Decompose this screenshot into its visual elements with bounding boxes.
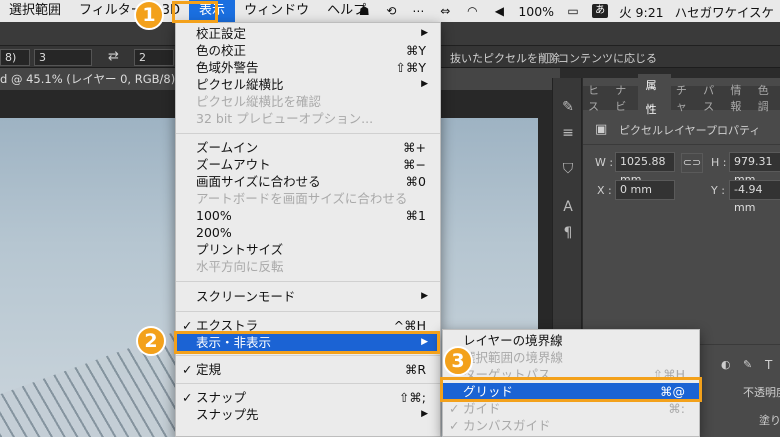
show-submenu: レイヤーの境界線 選択範囲の境界線 ターゲットパス ⇧⌘H グリッド ⌘@ ✓ ガイド… bbox=[442, 329, 700, 437]
ratio-field[interactable]: 8) bbox=[0, 49, 30, 66]
step-badge-1: 1 bbox=[134, 0, 164, 30]
battery-percent[interactable]: 100% bbox=[518, 4, 554, 19]
menu-select[interactable]: 選択範囲 bbox=[0, 0, 70, 22]
user-name[interactable]: ハセガワケイスケ bbox=[675, 2, 774, 21]
submenu-arrow-icon: ▶ bbox=[421, 79, 428, 89]
brush-tool-icon[interactable]: ✎ bbox=[743, 358, 752, 371]
swap-icon[interactable]: ⇄ bbox=[108, 49, 119, 64]
content-aware-label: コンテンツに応じる bbox=[558, 52, 657, 65]
menu-item-flip-horizontal: 水平方向に反転 bbox=[196, 259, 284, 274]
tab-adjustments[interactable]: 色調 bbox=[753, 82, 780, 114]
width-input[interactable]: 1025.88 mm bbox=[615, 152, 675, 186]
submenu-item-grid[interactable]: グリッド ⌘@ bbox=[443, 383, 699, 400]
circle-icon[interactable]: ◐ bbox=[721, 358, 731, 371]
panel-tabs: ヒス ナビ 属性 チャ パス 情報 色調 bbox=[583, 74, 780, 122]
height-input[interactable]: 979.31 mm bbox=[729, 152, 780, 186]
checkmark-icon: ✓ bbox=[449, 418, 460, 433]
menu-extra-icon[interactable]: ⋯ bbox=[410, 4, 426, 18]
submenu-item-layer-edges[interactable]: レイヤーの境界線 bbox=[443, 332, 699, 349]
submenu-arrow-icon: ▶ bbox=[421, 28, 428, 38]
submenu-arrow-icon: ▶ bbox=[421, 291, 428, 301]
status-area: ☗ ⟲ ⋯ ⇔ ◠ ◀ 100% ▭ あ 火 9:21 ハセガワケイスケ bbox=[356, 0, 774, 22]
menu-item-zoom-in[interactable]: ズームイン ⌘+ bbox=[176, 139, 440, 156]
tab-properties[interactable]: 属性 bbox=[637, 74, 671, 122]
y-label: Y : bbox=[711, 184, 725, 197]
menu-item-proof-colors[interactable]: 色の校正 ⌘Y bbox=[176, 42, 440, 59]
tab-channels[interactable]: チャ bbox=[671, 82, 698, 114]
menu-window[interactable]: ウィンドウ bbox=[235, 0, 318, 22]
menu-item-screen-mode[interactable]: スクリーンモード ▶ bbox=[176, 288, 440, 305]
battery-icon[interactable]: ▭ bbox=[565, 4, 581, 18]
paragraph-icon[interactable]: ¶ bbox=[559, 224, 577, 242]
menu-item-print-size[interactable]: プリントサイズ bbox=[176, 241, 440, 258]
app-status-icon[interactable]: ☗ bbox=[356, 4, 372, 18]
checkmark-icon: ✓ bbox=[182, 318, 193, 333]
submenu-item-guides: ✓ ガイド ⌘: bbox=[449, 401, 685, 416]
x-label: X : bbox=[597, 184, 612, 197]
character-icon[interactable]: A bbox=[559, 198, 577, 216]
brush-icon[interactable]: ✎ bbox=[559, 98, 577, 116]
submenu-item-target-path: ターゲットパス ⇧⌘H bbox=[463, 367, 685, 382]
content-aware-checkbox[interactable] bbox=[544, 53, 554, 63]
menu-item-gamut-warning[interactable]: 色域外警告 ⇧⌘Y bbox=[176, 59, 440, 76]
divider bbox=[583, 144, 780, 145]
checkmark-icon: ✓ bbox=[449, 401, 460, 416]
pixel-layer-icon: ▣ bbox=[595, 122, 608, 137]
content-aware-option[interactable]: コンテンツに応じる bbox=[544, 50, 657, 66]
time-machine-icon[interactable]: ⟲ bbox=[383, 4, 399, 18]
y-input[interactable]: -4.94 mm bbox=[729, 180, 780, 214]
checkmark-icon: ✓ bbox=[182, 390, 193, 405]
step-badge-2: 2 bbox=[136, 326, 166, 356]
width-ratio-input[interactable]: 3 bbox=[34, 49, 92, 66]
input-method-icon[interactable]: あ bbox=[592, 4, 609, 18]
opacity-label: 不透明度 bbox=[743, 386, 780, 399]
menu-separator bbox=[176, 311, 440, 312]
submenu-item-canvas-guides: ✓ カンバスガイド bbox=[449, 418, 551, 433]
x-input[interactable]: 0 mm bbox=[615, 180, 675, 200]
menu-item-snap[interactable]: ✓ スナップ ⇧⌘; bbox=[176, 389, 440, 406]
menu-item-fit-artboard: アートボードを画面サイズに合わせる bbox=[196, 191, 408, 206]
menu-item-extras[interactable]: ✓ エクストラ ^⌘H bbox=[176, 317, 440, 334]
clock[interactable]: 火 9:21 bbox=[619, 2, 664, 21]
tab-info[interactable]: 情報 bbox=[725, 82, 752, 114]
menu-item-proof-setup[interactable]: 校正設定 ▶ bbox=[176, 25, 440, 42]
h-label: H : bbox=[711, 156, 727, 169]
clone-source-icon[interactable]: ⛉ bbox=[559, 160, 577, 178]
tab-navigator[interactable]: ナビ bbox=[610, 82, 637, 114]
type-icon[interactable]: T bbox=[765, 358, 772, 372]
menu-item-show[interactable]: 表示・非表示 ▶ bbox=[176, 334, 440, 351]
menu-bar: 選択範囲 フィルター 3D 表示 ウィンドウ ヘルプ ☗ ⟲ ⋯ ⇔ ◠ ◀ 1… bbox=[0, 0, 780, 22]
tab-paths[interactable]: パス bbox=[698, 82, 725, 114]
height-ratio-input[interactable]: 2 bbox=[134, 49, 174, 66]
submenu-arrow-icon: ▶ bbox=[421, 337, 428, 347]
submenu-item-selection-edges: 選択範囲の境界線 bbox=[463, 350, 564, 365]
menu-separator bbox=[176, 133, 440, 134]
menu-item-snap-to[interactable]: スナップ先 ▶ bbox=[176, 406, 440, 423]
w-label: W : bbox=[595, 156, 614, 169]
step-badge-3: 3 bbox=[443, 346, 473, 376]
checkmark-icon: ✓ bbox=[182, 362, 193, 377]
menu-separator bbox=[176, 355, 440, 356]
menu-item-200-percent[interactable]: 200% bbox=[176, 224, 440, 241]
menu-separator bbox=[176, 281, 440, 282]
link-icon[interactable]: ⊂⊃ bbox=[681, 153, 703, 173]
view-menu: 校正設定 ▶ 色の校正 ⌘Y 色域外警告 ⇧⌘Y ピクセル縦横比 ▶ ピクセル縦横比を確… bbox=[175, 22, 441, 437]
brush-settings-icon[interactable]: ≡ bbox=[559, 124, 577, 142]
wifi-icon[interactable]: ◠ bbox=[464, 4, 480, 18]
section-title: ピクセルレイヤープロパティ bbox=[619, 124, 761, 137]
menu-item-fit-on-screen[interactable]: 画面サイズに合わせる ⌘0 bbox=[176, 173, 440, 190]
menu-item-pixel-aspect[interactable]: ピクセル縦横比 ▶ bbox=[176, 76, 440, 93]
tab-history[interactable]: ヒス bbox=[583, 82, 610, 114]
menu-item-100-percent[interactable]: 100% ⌘1 bbox=[176, 207, 440, 224]
menu-item-pixel-aspect-correction: ピクセル縦横比を確認 bbox=[196, 94, 322, 109]
menu-item-zoom-out[interactable]: ズームアウト ⌘− bbox=[176, 156, 440, 173]
volume-icon[interactable]: ◀ bbox=[491, 4, 507, 18]
fill-label: 塗り bbox=[759, 414, 780, 427]
submenu-arrow-icon: ▶ bbox=[421, 409, 428, 419]
menu-item-rulers[interactable]: ✓ 定規 ⌘R bbox=[176, 361, 440, 378]
menu-separator bbox=[176, 383, 440, 384]
display-arrows-icon[interactable]: ⇔ bbox=[437, 4, 453, 18]
menu-item-32bit-preview: 32 bit プレビューオプション... bbox=[196, 111, 374, 126]
menu-view[interactable]: 表示 bbox=[189, 0, 236, 22]
